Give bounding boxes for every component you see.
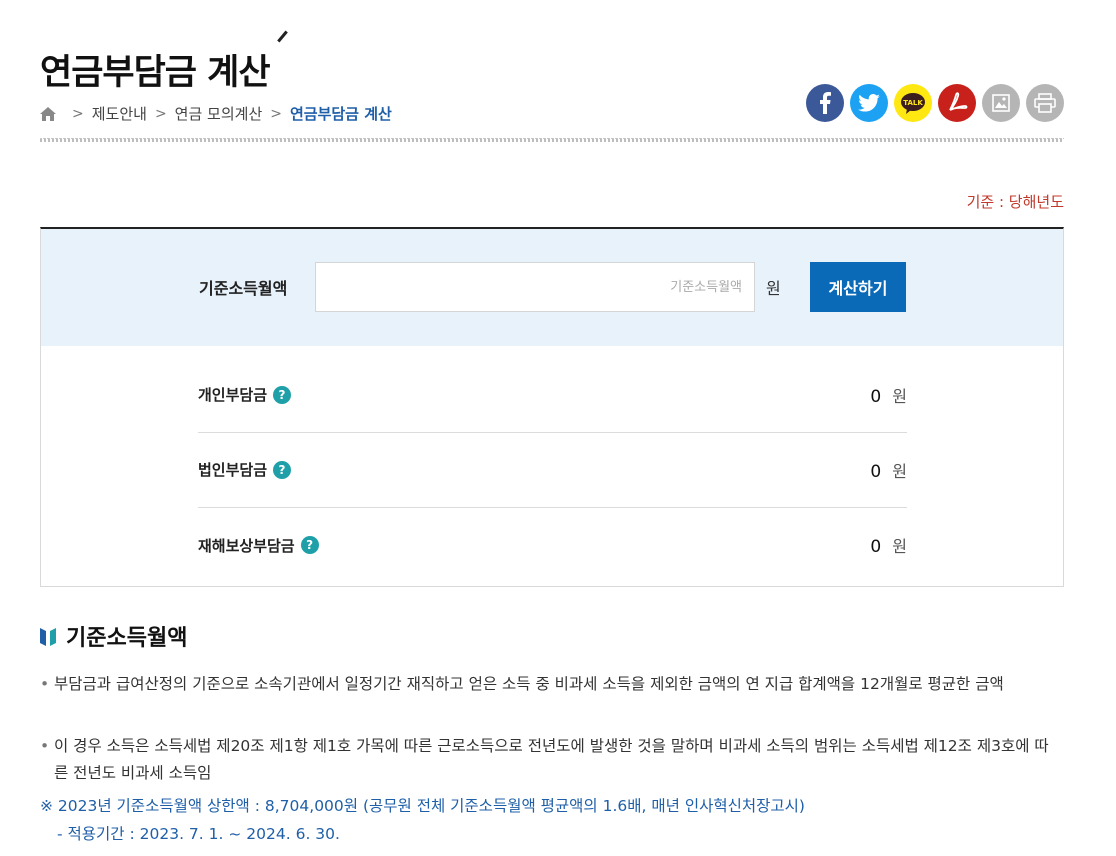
help-icon[interactable]: ?	[273, 460, 292, 479]
result-label: 개인부담금	[198, 386, 268, 404]
cap-note: ※ 2023년 기준소득월액 상한액 : 8,704,000원 (공무원 전체 …	[40, 797, 805, 815]
svg-text:TALK: TALK	[903, 99, 923, 107]
input-band: 기준소득월액 원 계산하기	[41, 229, 1063, 346]
chevron-right-icon: >	[270, 105, 282, 122]
calculator-panel: 기준소득월액 원 계산하기 개인부담금 ? 0 원 법인부담금 ? 0 원 재해…	[40, 227, 1064, 587]
bullet-icon: •	[40, 675, 50, 693]
result-unit: 원	[892, 537, 907, 556]
help-icon[interactable]: ?	[273, 385, 292, 404]
result-row-corporate: 법인부담금 ? 0 원	[198, 432, 907, 508]
result-unit: 원	[892, 386, 907, 406]
description-item: • 부담금과 급여산정의 기준으로 소속기관에서 일정기간 재직하고 얻은 소득…	[40, 671, 1050, 698]
facebook-share-button[interactable]	[806, 84, 844, 122]
breadcrumb-item-current[interactable]: 연금부담금 계산	[290, 103, 392, 124]
calculate-button[interactable]: 계산하기	[810, 262, 906, 312]
result-row-accident-compensation: 재해보상부담금 ? 0 원	[198, 507, 907, 583]
section-marker-icon	[40, 626, 56, 646]
result-label: 법인부담금	[198, 461, 268, 479]
basis-year-note: 기준 : 당해년도	[966, 193, 1064, 211]
result-unit: 원	[892, 461, 907, 481]
input-unit: 원	[766, 279, 781, 298]
title-decoration	[277, 30, 288, 43]
page-title: 연금부담금 계산	[40, 53, 271, 93]
share-toolbar: TALK	[806, 84, 1064, 122]
period-note: - 적용기간 : 2023. 7. 1. ~ 2024. 6. 30.	[57, 825, 340, 843]
title-divider	[40, 138, 1064, 142]
twitter-share-button[interactable]	[850, 84, 888, 122]
result-value: 0	[870, 461, 882, 482]
chevron-right-icon: >	[72, 105, 84, 122]
pdf-download-button[interactable]	[938, 84, 976, 122]
facebook-icon	[820, 92, 831, 114]
image-icon	[992, 94, 1010, 112]
result-value: 0	[870, 386, 882, 407]
home-icon[interactable]	[40, 106, 56, 121]
result-label: 재해보상부담금	[198, 536, 295, 555]
pdf-icon	[949, 92, 968, 111]
description-item: • 이 경우 소득은 소득세법 제20조 제1항 제1호 가목에 따른 근로소득…	[40, 733, 1050, 787]
result-value: 0	[870, 537, 882, 557]
printer-icon	[1034, 93, 1056, 113]
help-icon[interactable]: ?	[300, 536, 319, 554]
base-income-label: 기준소득월액	[199, 279, 288, 298]
image-save-button[interactable]	[982, 84, 1020, 122]
twitter-icon	[858, 94, 880, 112]
breadcrumb: > 제도안내 > 연금 모의계산 > 연금부담금 계산	[40, 103, 392, 124]
breadcrumb-item-system-guide[interactable]: 제도안내	[92, 103, 147, 124]
chevron-right-icon: >	[154, 105, 167, 122]
section-title: 기준소득월액	[40, 620, 187, 652]
print-button[interactable]	[1026, 84, 1064, 122]
result-row-personal: 개인부담금 ? 0 원	[198, 357, 907, 433]
bullet-icon: •	[40, 737, 50, 755]
base-income-input[interactable]	[315, 262, 755, 312]
kakaotalk-share-button[interactable]: TALK	[894, 84, 932, 122]
kakaotalk-icon: TALK	[901, 93, 925, 114]
breadcrumb-item-pension-simulation[interactable]: 연금 모의계산	[175, 103, 263, 124]
